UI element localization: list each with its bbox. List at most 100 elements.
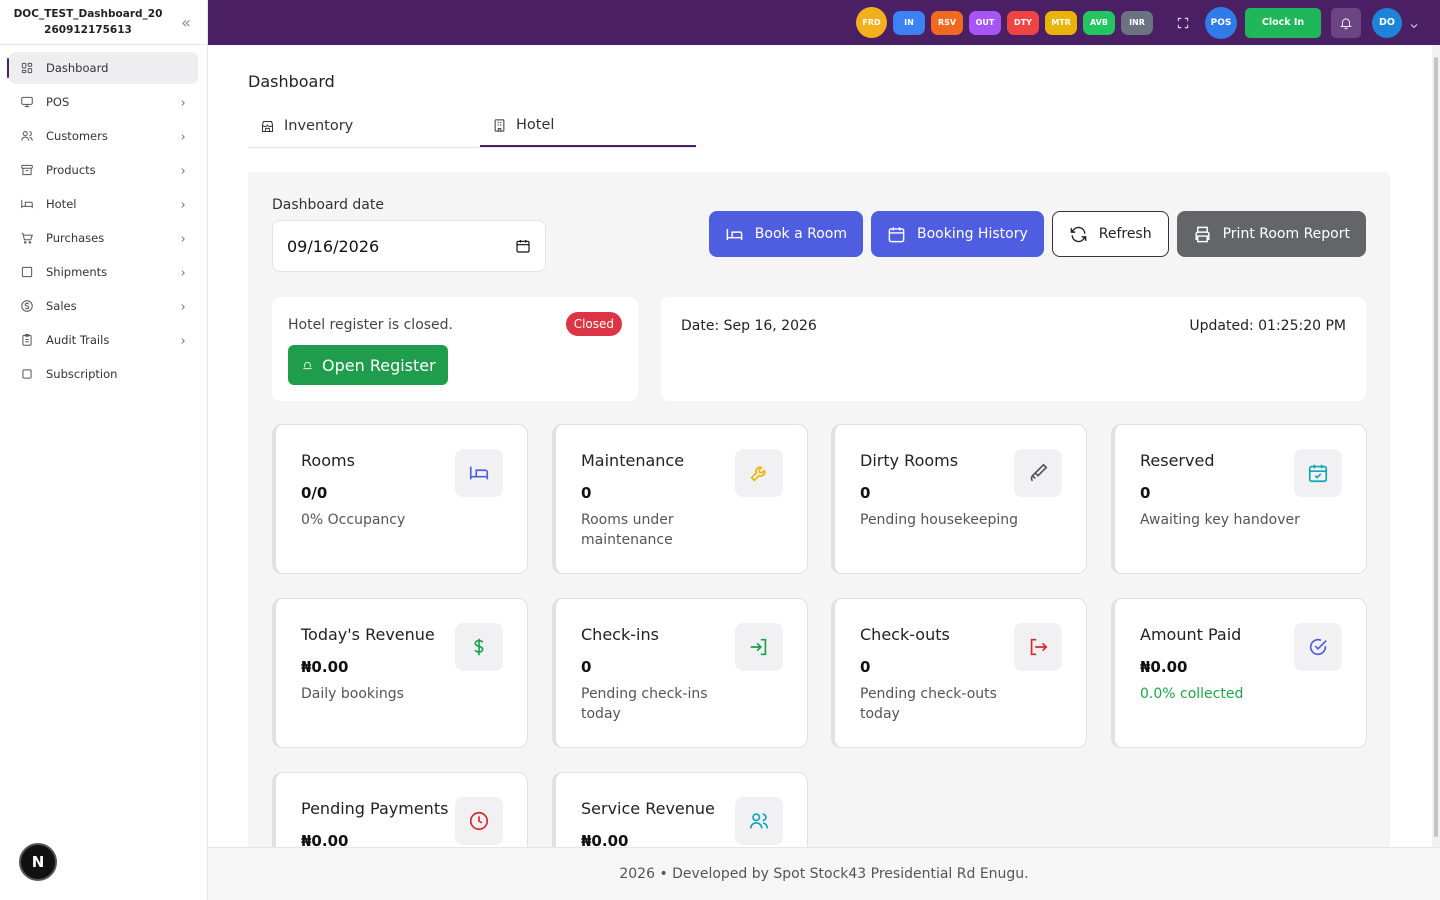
stat-card-subtitle: Awaiting key handover (1140, 512, 1300, 528)
clipboard-icon (20, 333, 34, 347)
logout-icon (1014, 623, 1062, 671)
scrollbar-thumb[interactable] (1434, 57, 1438, 837)
chevron-right-icon (178, 335, 188, 345)
notifications-button[interactable] (1331, 7, 1361, 38)
calendar-check-icon (1294, 449, 1342, 497)
stat-card-subtitle: Pending check-outs today (860, 686, 997, 722)
brand-name: DOC_TEST_Dashboard_20260912175613 (13, 8, 163, 36)
chevron-right-icon (178, 199, 188, 209)
refresh-label: Refresh (1098, 226, 1152, 242)
stat-card-value: 0 (581, 484, 592, 502)
open-register-button[interactable]: Open Register (288, 345, 448, 385)
sidebar-item-customers[interactable]: Customers (9, 120, 198, 152)
info-card: Date: Sep 16, 2026 Updated: 01:25:20 PM (661, 297, 1366, 401)
date-value: 09/16/2026 (287, 236, 380, 256)
stat-card-reserved: Reserved 0 Awaiting key handover (1111, 424, 1367, 574)
sidebar-item-dashboard[interactable]: Dashboard (7, 52, 198, 84)
sidebar-item-label: Hotel (46, 197, 77, 211)
user-avatar[interactable]: DO (1372, 7, 1402, 38)
collapse-sidebar-icon[interactable]: « (177, 13, 195, 32)
stat-card-value: 0 (1140, 484, 1151, 502)
stat-card-title: Amount Paid (1140, 625, 1242, 644)
top-bar: FRD IN RSV OUT DTY MTR AVB INR POS Clock In DO (208, 0, 1440, 45)
stat-card-check-outs: Check-outs 0 Pending check-outs today (831, 598, 1087, 748)
main-scrollbar[interactable] (1432, 45, 1440, 847)
stat-card-subtitle: Pending housekeeping (860, 512, 1019, 528)
stat-card-dirty-rooms: Dirty Rooms 0 Pending housekeeping (831, 424, 1087, 574)
monitor-icon (20, 95, 34, 109)
sidebar-item-audit-trails[interactable]: Audit Trails (9, 324, 198, 356)
sidebar-item-sales[interactable]: Sales (9, 290, 198, 322)
sidebar-item-pos[interactable]: POS (9, 86, 198, 118)
sidebar-item-purchases[interactable]: Purchases (9, 222, 198, 254)
refresh-icon (1070, 226, 1087, 242)
sidebar-item-shipments[interactable]: Shipments (9, 256, 198, 288)
chevron-right-icon (178, 301, 188, 311)
booking-history-button[interactable]: Booking History (870, 211, 1044, 257)
sidebar-item-products[interactable]: Products (9, 154, 198, 186)
print-room-report-button[interactable]: Print Room Report (1176, 211, 1366, 257)
sidebar-item-label: Shipments (46, 265, 108, 279)
sidebar-item-label: Products (46, 163, 96, 177)
stat-card-value: ₦0.00 (301, 832, 349, 847)
tab-inventory[interactable]: Inventory (248, 105, 480, 147)
tab-inventory-label: Inventory (284, 118, 354, 134)
sidebar-item-hotel[interactable]: Hotel (9, 188, 198, 220)
stat-card-title: Pending Payments (301, 799, 449, 818)
tab-hotel[interactable]: Hotel (480, 105, 696, 147)
status-chip-in[interactable]: IN (893, 10, 925, 35)
n-badge[interactable]: N (19, 843, 57, 881)
calendar-icon[interactable] (515, 238, 531, 254)
sidebar-item-label: Sales (46, 299, 77, 313)
bed-icon (20, 197, 34, 211)
pos-button[interactable]: POS (1205, 6, 1237, 39)
stat-card-subtitle: Daily bookings (301, 686, 404, 702)
stat-card-check-ins: Check-ins 0 Pending check-ins today (552, 598, 808, 748)
refresh-button[interactable]: Refresh (1051, 211, 1169, 257)
dashboard-date-input[interactable]: 09/16/2026 (272, 220, 546, 272)
square-icon (20, 367, 34, 381)
users-icon (735, 797, 783, 845)
sidebar-item-label: Dashboard (46, 61, 109, 75)
clock-in-button[interactable]: Clock In (1245, 7, 1321, 38)
chevron-right-icon (178, 97, 188, 107)
status-chip-avb[interactable]: AVB (1083, 10, 1115, 35)
stat-card-subtitle: 0.0% collected (1140, 686, 1244, 702)
status-chip-mtr[interactable]: MTR (1045, 10, 1077, 35)
sidebar-item-label: Audit Trails (46, 333, 110, 347)
stat-card-value: 0 (581, 658, 592, 676)
fullscreen-icon[interactable] (1171, 11, 1195, 35)
status-chip-out[interactable]: OUT (969, 10, 1001, 35)
dollar-icon (455, 623, 503, 671)
register-card: Hotel register is closed. Closed Open Re… (272, 297, 638, 401)
archive-icon (20, 163, 34, 177)
status-chip-rsv[interactable]: RSV (931, 10, 963, 35)
building-icon (494, 118, 505, 132)
stat-card-title: Reserved (1140, 451, 1215, 470)
stat-card-amount-paid: Amount Paid ₦0.00 0.0% collected (1111, 598, 1367, 748)
status-chip-frd[interactable]: FRD (856, 7, 887, 38)
sidebar-item-label: Customers (46, 129, 108, 143)
store-icon (262, 120, 273, 132)
chevron-down-icon[interactable] (1408, 17, 1420, 29)
booking-history-label: Booking History (916, 226, 1028, 242)
sidebar-item-subscription[interactable]: Subscription (9, 358, 198, 390)
stat-card-title: Dirty Rooms (860, 451, 959, 470)
book-room-button[interactable]: Book a Room (708, 211, 863, 257)
bell-icon (303, 361, 312, 369)
sidebar: DOC_TEST_Dashboard_20260912175613 « Dash… (0, 0, 208, 900)
stat-card-value: 0 (860, 484, 871, 502)
status-chip-dty[interactable]: DTY (1007, 10, 1039, 35)
dollar-icon (20, 299, 34, 313)
cart-icon (20, 231, 34, 245)
dashboard-icon (20, 61, 34, 75)
dashboard-date-label: Dashboard date (272, 197, 384, 213)
clock-icon (455, 797, 503, 845)
hotel-panel: Dashboard date 09/16/2026 Book a Room Bo… (248, 172, 1390, 847)
print-room-report-label: Print Room Report (1222, 226, 1350, 242)
stat-card-value: 0/0 (301, 484, 328, 502)
open-register-label: Open Register (322, 355, 436, 375)
chevron-right-icon (178, 131, 188, 141)
stat-card-value: ₦0.00 (301, 658, 349, 676)
status-chip-inr[interactable]: INR (1121, 10, 1153, 35)
